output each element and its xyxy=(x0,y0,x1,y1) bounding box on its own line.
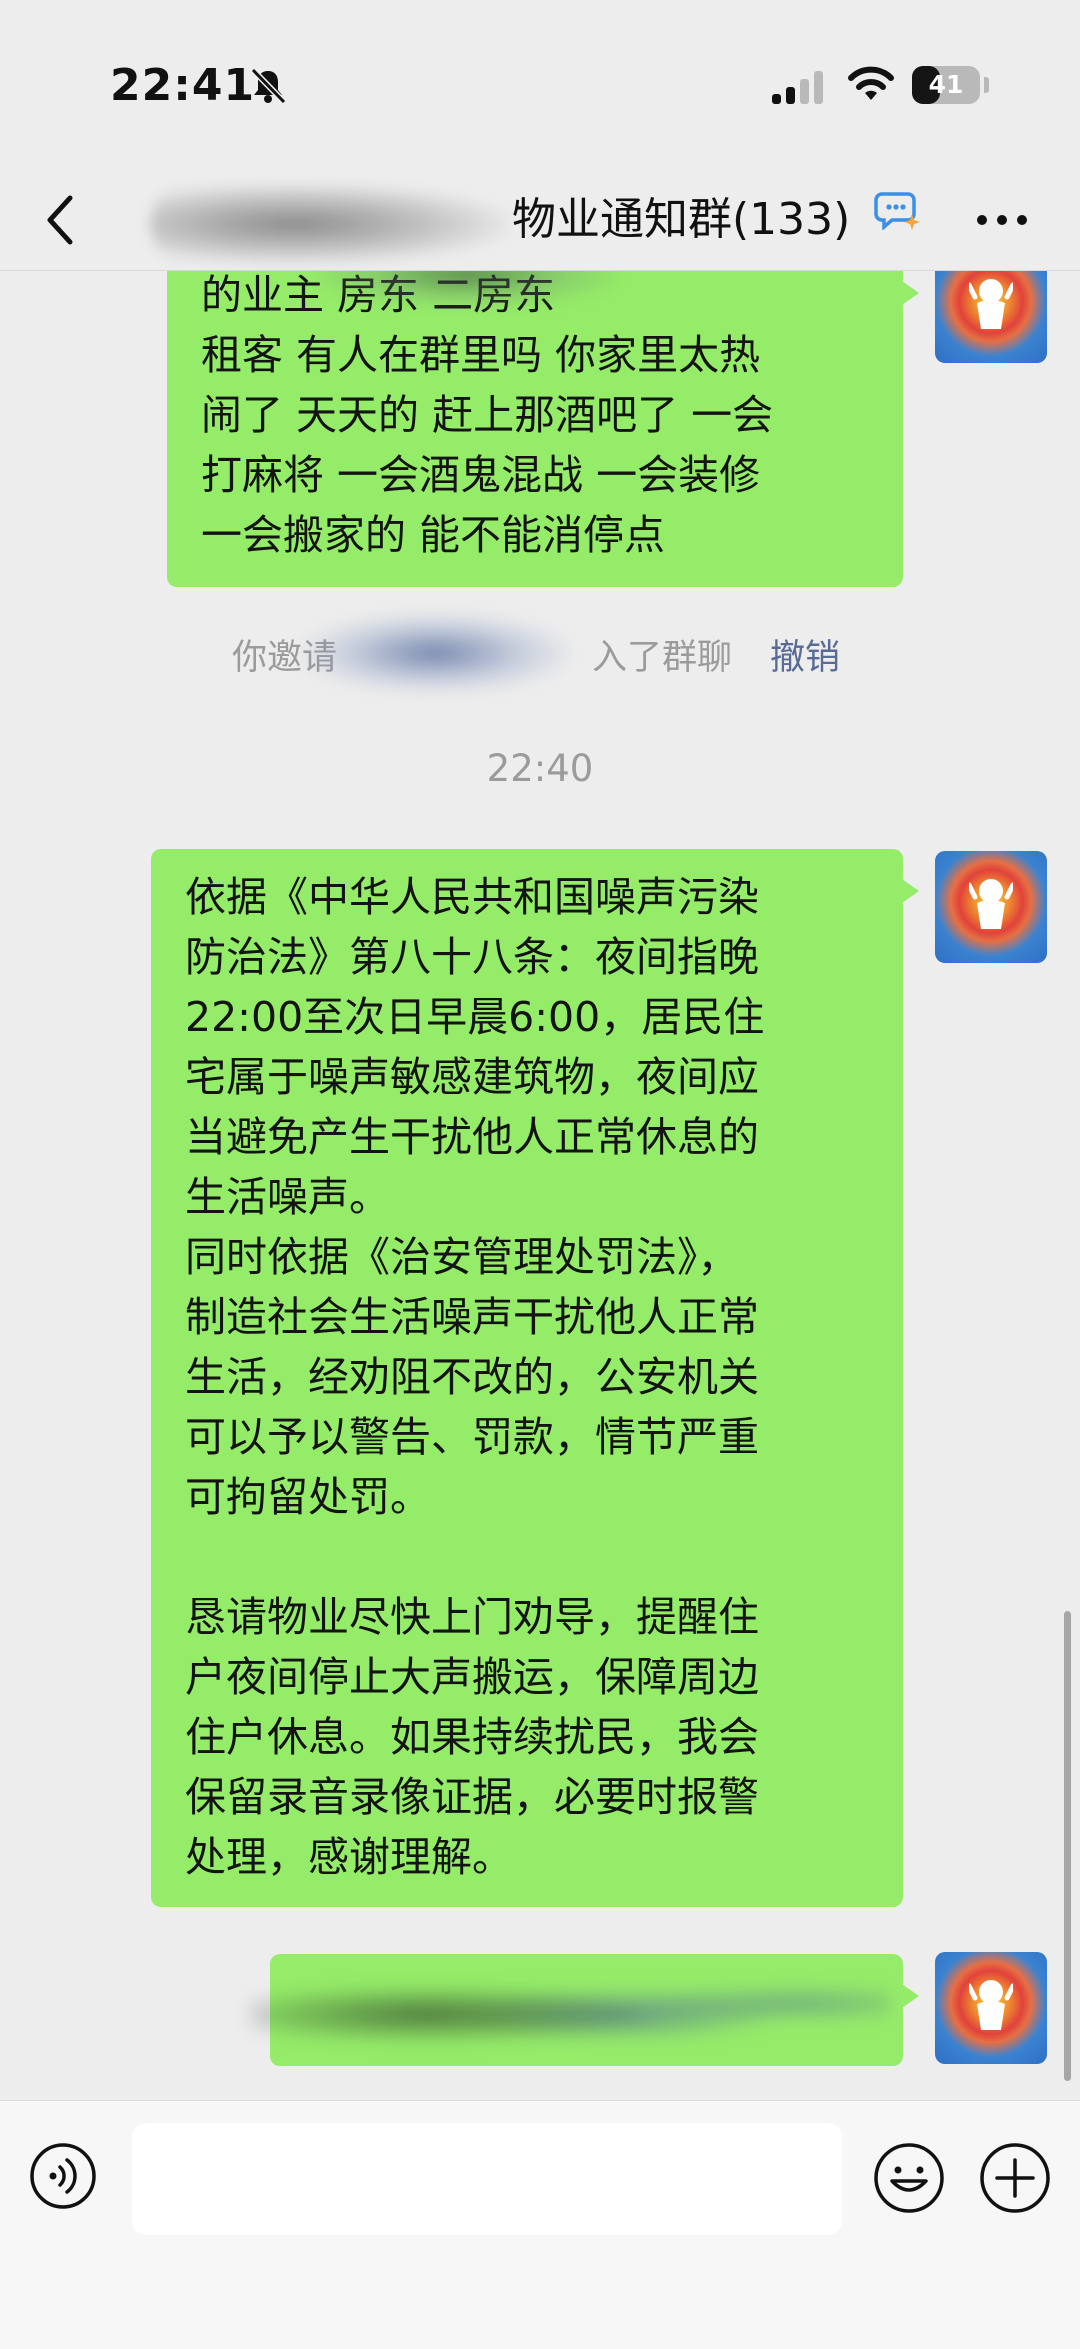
more-icon[interactable] xyxy=(972,206,1032,234)
redacted-text xyxy=(317,271,617,307)
redacted-title-prefix xyxy=(150,184,510,264)
ai-assistant-icon[interactable] xyxy=(874,190,920,230)
cellular-signal-icon xyxy=(772,71,823,104)
message-text: 依据《中华人民共和国噪声污染 防治法》第八十八条：夜间指晚 22:00至次日早晨… xyxy=(185,873,765,1881)
bubble-tail xyxy=(902,281,919,305)
system-message-suffix: 入了群聊 xyxy=(592,638,733,678)
avatar[interactable] xyxy=(935,851,1047,963)
system-message: 你邀请 入了群聊 撤销 xyxy=(0,613,1080,693)
plus-icon[interactable] xyxy=(978,2141,1052,2215)
message-text: 的业主 房东 二房东 租客 有人在群里吗 你家里太热 闹了 天天的 赶上那酒吧了… xyxy=(201,271,774,559)
battery-icon: 41 xyxy=(912,66,980,104)
silent-bell-icon xyxy=(250,67,287,105)
redacted-text xyxy=(250,1954,890,2064)
status-bar: 22:41 41 xyxy=(0,0,1080,170)
chat-title[interactable]: 物业通知群(133) xyxy=(512,190,850,250)
battery-tip xyxy=(984,77,989,93)
chat-message-list[interactable]: 的业主 房东 二房东 租客 有人在群里吗 你家里太热 闹了 天天的 赶上那酒吧了… xyxy=(0,271,1080,2099)
emoji-icon[interactable] xyxy=(872,2141,946,2215)
message-timestamp: 22:40 xyxy=(486,747,594,790)
avatar-figure-icon xyxy=(969,279,1013,329)
bubble-tail xyxy=(902,1984,919,2008)
bubble-tail xyxy=(902,879,919,903)
wifi-icon xyxy=(848,66,894,100)
revoke-invite-link[interactable]: 撤销 xyxy=(770,629,840,680)
message-bubble-self[interactable]: 的业主 房东 二房东 租客 有人在群里吗 你家里太热 闹了 天天的 赶上那酒吧了… xyxy=(167,271,919,587)
avatar-figure-icon xyxy=(969,879,1013,929)
redacted-name xyxy=(300,613,570,693)
battery-percentage: 41 xyxy=(928,70,964,99)
voice-icon[interactable] xyxy=(28,2141,98,2211)
message-input[interactable] xyxy=(132,2123,842,2235)
avatar[interactable] xyxy=(935,1952,1047,2064)
message-bubble-self[interactable]: 依据《中华人民共和国噪声污染 防治法》第八十八条：夜间指晚 22:00至次日早晨… xyxy=(151,849,919,1907)
back-icon[interactable] xyxy=(38,190,82,250)
scrollbar[interactable] xyxy=(1064,1611,1071,2081)
status-time: 22:41 xyxy=(110,60,256,111)
avatar-figure-icon xyxy=(969,1980,1013,2030)
avatar[interactable] xyxy=(935,271,1047,363)
input-bar xyxy=(0,2100,1080,2349)
